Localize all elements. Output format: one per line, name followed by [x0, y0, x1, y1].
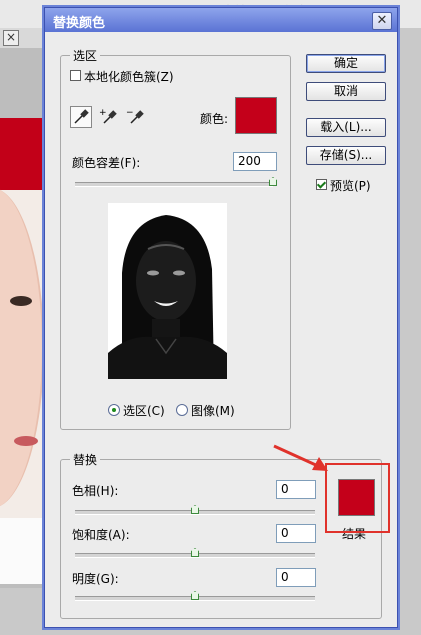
portrait-photo	[0, 118, 46, 584]
document-close-icon[interactable]: ×	[3, 30, 19, 46]
hue-input[interactable]: 0	[276, 480, 316, 499]
eyedropper-minus-icon: −	[126, 108, 144, 124]
load-button[interactable]: 载入(L)...	[306, 118, 386, 137]
selection-view-label[interactable]: 选区(C)	[123, 402, 165, 419]
replace-color-dialog: 替换颜色 ✕ 选区 本地化颜色簇(Z) + − 颜色: 颜色容差(F): 200	[44, 7, 398, 628]
selection-preview	[108, 203, 227, 379]
add-to-sample-tool[interactable]: +	[98, 106, 120, 128]
ok-button[interactable]: 确定	[306, 54, 386, 73]
image-view-label[interactable]: 图像(M)	[191, 402, 235, 419]
tolerance-slider[interactable]	[75, 182, 273, 187]
eyedropper-icon	[74, 109, 89, 124]
photo-red-background	[0, 118, 46, 190]
photo-eye	[10, 296, 32, 306]
localized-color-clusters-checkbox[interactable]	[70, 70, 81, 81]
photo-face	[0, 188, 44, 508]
selection-view-radio[interactable]	[108, 404, 120, 416]
lightness-input[interactable]: 0	[276, 568, 316, 587]
selection-group-label: 选区	[70, 47, 101, 64]
dialog-titlebar[interactable]: 替换颜色 ✕	[45, 8, 397, 32]
preview-checkbox[interactable]	[316, 179, 327, 190]
dialog-title: 替换颜色	[53, 16, 106, 31]
save-button[interactable]: 存储(S)...	[306, 146, 386, 165]
localized-color-clusters-label[interactable]: 本地化颜色簇(Z)	[84, 68, 174, 85]
svg-text:+: +	[99, 108, 107, 118]
subtract-from-sample-tool[interactable]: −	[125, 106, 147, 128]
eyedropper-tool[interactable]	[70, 106, 92, 128]
selection-mask-image	[108, 215, 227, 379]
cancel-button[interactable]: 取消	[306, 82, 386, 101]
preview-label[interactable]: 预览(P)	[330, 177, 371, 194]
saturation-input[interactable]: 0	[276, 524, 316, 543]
lightness-label: 明度(G):	[72, 572, 119, 586]
close-icon: ✕	[376, 13, 388, 28]
tolerance-input[interactable]: 200	[233, 152, 277, 171]
close-button[interactable]: ✕	[372, 12, 392, 30]
result-highlight-box	[325, 463, 390, 533]
photo-shirt	[0, 518, 46, 584]
replacement-group-label: 替换	[70, 451, 101, 468]
color-label: 颜色:	[200, 112, 229, 126]
photo-lips	[14, 436, 38, 446]
saturation-label: 饱和度(A):	[72, 528, 130, 542]
eyedropper-plus-icon: +	[99, 108, 117, 124]
annotation-arrow-icon	[273, 444, 328, 471]
tolerance-label: 颜色容差(F):	[72, 156, 141, 170]
image-view-radio[interactable]	[176, 404, 188, 416]
hue-label: 色相(H):	[72, 484, 119, 498]
svg-text:−: −	[126, 108, 134, 118]
selection-color-swatch[interactable]	[235, 97, 277, 134]
